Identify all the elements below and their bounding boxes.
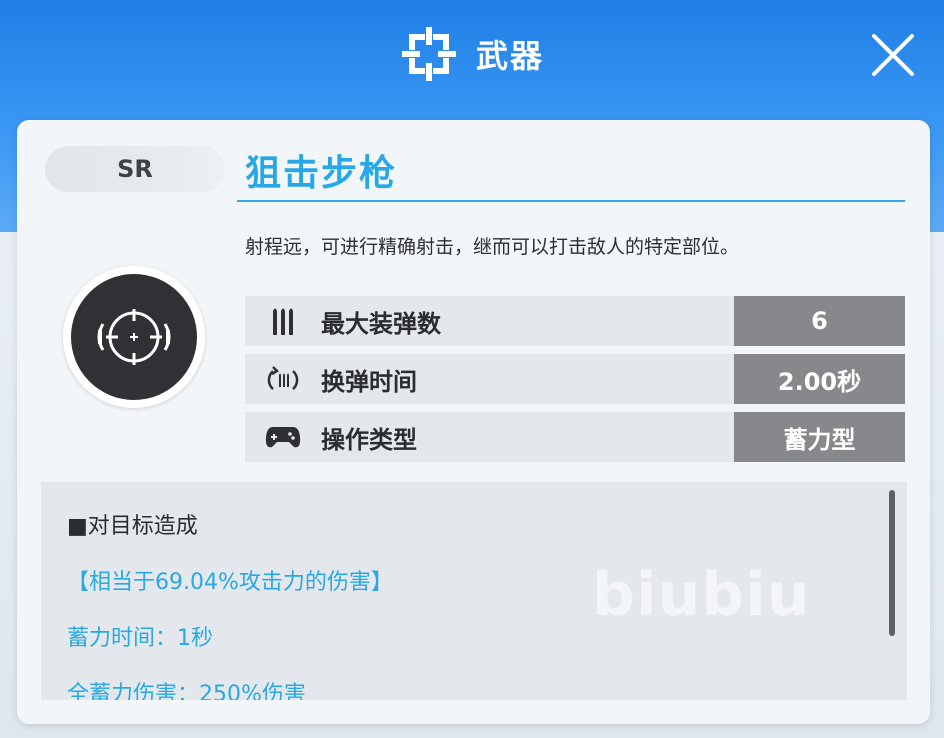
details-scrollbar[interactable]: [889, 490, 895, 636]
details-heading: ■对目标造成: [67, 514, 198, 539]
stat-value: 2.00秒: [734, 354, 905, 404]
header: 武器: [0, 22, 944, 86]
weapon-card: SR 狙击步枪 射程远，可进行精确射击，继而可以打击敌人的特定部位。 最大装弹数…: [17, 120, 930, 724]
watermark: biubiu: [592, 560, 811, 630]
reload-icon: [245, 363, 321, 395]
weapon-icon-frame: [63, 266, 205, 408]
stat-label: 操作类型: [321, 425, 417, 454]
close-button[interactable]: [868, 30, 918, 80]
close-icon: [872, 34, 914, 76]
details-line: 蓄力时间：1秒: [67, 626, 213, 651]
stat-value: 蓄力型: [734, 412, 905, 462]
gamepad-icon: [245, 423, 321, 451]
weapon-name: 狙击步枪: [245, 153, 398, 194]
sniper-scope-icon: [97, 309, 171, 365]
details-line: 全蓄力伤害：250%伤害: [67, 682, 306, 700]
stat-value: 6: [734, 296, 905, 346]
page-title: 武器: [475, 37, 544, 75]
ammo-icon: [245, 305, 321, 337]
title-divider: [237, 200, 905, 202]
details-line: 【相当于69.04%攻击力的伤害】: [67, 570, 393, 595]
stat-row-operation-type: 操作类型 蓄力型: [245, 412, 905, 462]
stat-row-reload-time: 换弹时间 2.00秒: [245, 354, 905, 404]
stat-label: 最大装弹数: [321, 309, 441, 338]
stat-label: 换弹时间: [321, 367, 417, 396]
weapon-description: 射程远，可进行精确射击，继而可以打击敌人的特定部位。: [245, 236, 740, 258]
crosshair-icon: [400, 25, 458, 83]
stat-row-max-ammo: 最大装弹数 6: [245, 296, 905, 346]
weapon-class-badge: SR: [45, 146, 225, 192]
